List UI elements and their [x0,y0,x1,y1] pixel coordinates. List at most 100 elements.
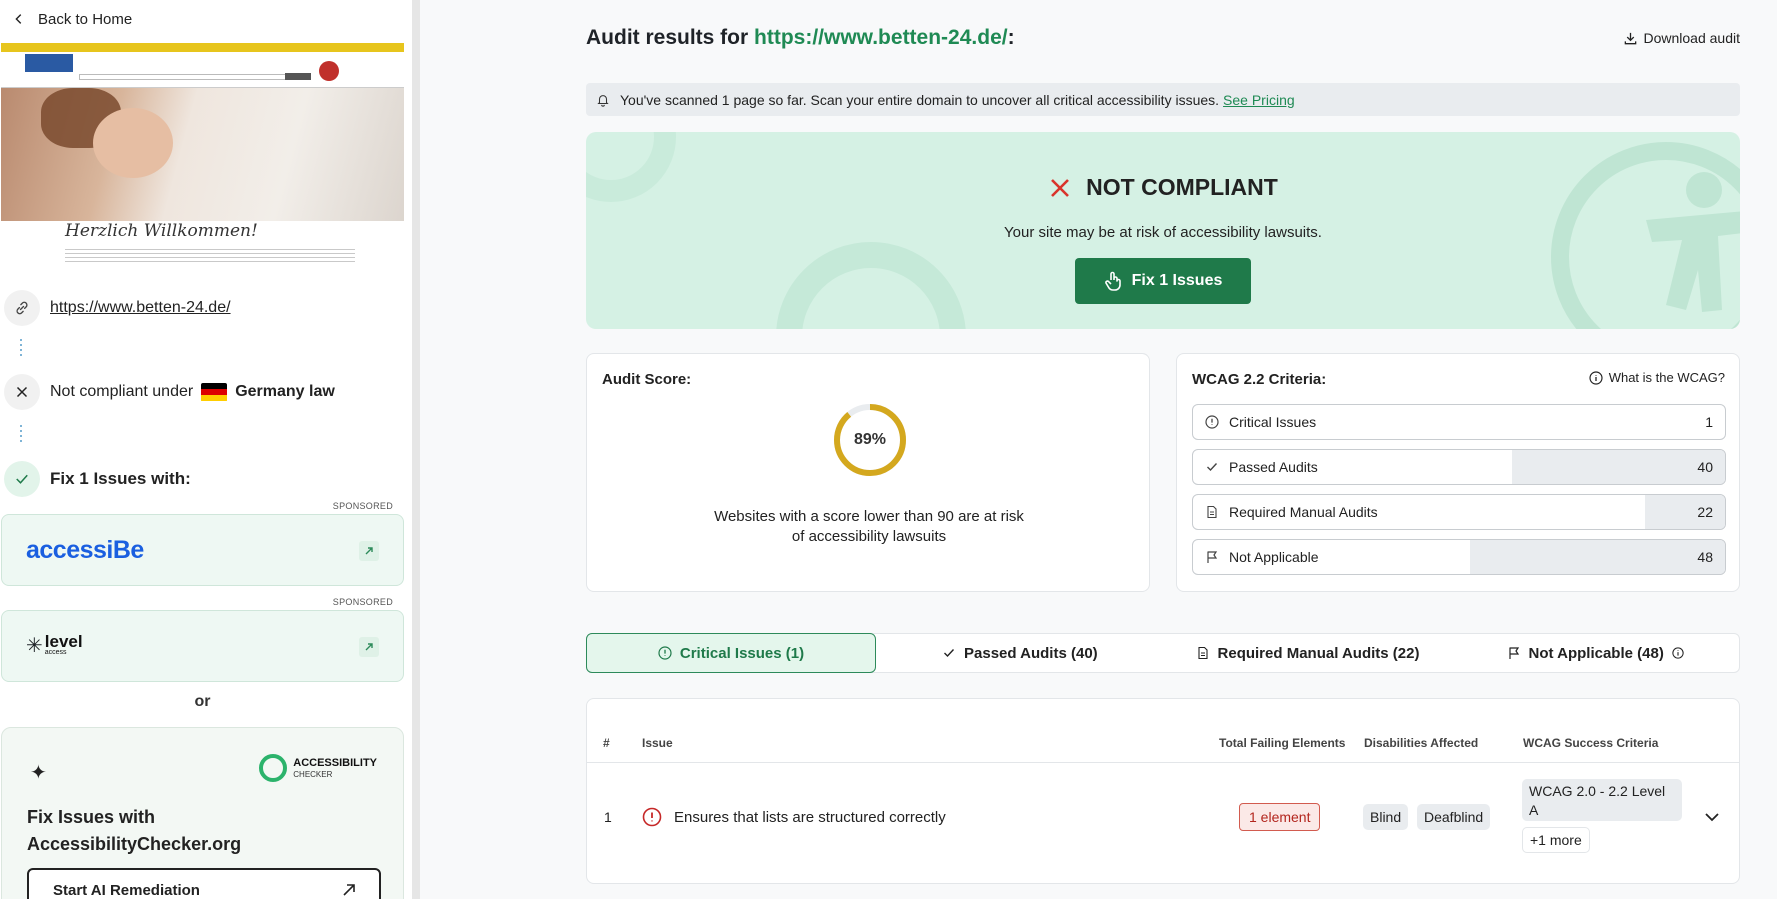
download-audit-button[interactable]: Download audit [1623,30,1740,46]
site-preview-thumbnail: Herzlich Willkommen! [1,43,404,265]
sparkle-icon: ✦ [30,762,47,784]
col-header-num: # [603,736,610,750]
criteria-count: 48 [1697,549,1713,565]
fix-step: Fix 1 Issues with: [4,461,191,497]
notice-text: You've scanned 1 page so far. Scan your … [620,91,1220,108]
tab-critical-issues[interactable]: Critical Issues (1) [586,633,876,673]
step-connector [20,339,22,357]
compliance-step: Not compliant under Germany law [4,374,335,410]
criteria-share-fill [1469,540,1725,574]
criteria-label: Required Manual Audits [1229,504,1378,520]
issue-description: Ensures that lists are structured correc… [674,808,946,826]
criteria-count: 1 [1705,414,1713,430]
alert-circle-icon [642,807,662,827]
see-pricing-link[interactable]: See Pricing [1223,92,1295,108]
compliance-text: Not compliant under [50,383,194,400]
external-link-icon [359,541,379,561]
results-tabs: Critical Issues (1) Passed Audits (40) R… [586,633,1740,673]
accessibe-sponsor-card[interactable]: accessiBe [1,514,404,586]
more-criteria-chip[interactable]: +1 more [1522,827,1590,853]
audit-score-card: Audit Score: 89% Websites with a score l… [586,353,1150,592]
preview-welcome-text: Herzlich Willkommen! [65,221,258,241]
audited-url: https://www.betten-24.de/ [754,26,1008,49]
fix-issues-button[interactable]: Fix 1 Issues [1075,258,1251,304]
accessibilitychecker-logo: ACCESSIBILITY CHECKER [259,754,377,782]
check-icon [4,461,40,497]
chevron-down-icon[interactable] [1703,808,1721,826]
not-compliant-heading: NOT COMPLIANT [586,174,1740,201]
issue-cell: Ensures that lists are structured correc… [642,807,946,827]
link-icon [4,290,40,326]
accessibilitychecker-card: ✦ ACCESSIBILITY CHECKER Fix Issues with … [1,727,404,899]
issues-table: # Issue Total Failing Elements Disabilit… [586,698,1740,884]
risk-subtitle: Your site may be at risk of accessibilit… [1004,224,1322,241]
criteria-share-fill [1512,450,1725,484]
x-icon [1051,178,1070,197]
accessibe-logo: accessiBe [26,536,144,564]
or-separator: or [194,693,211,710]
criteria-row-manual[interactable]: Required Manual Audits 22 [1192,494,1726,530]
preview-logo [25,54,73,72]
criteria-count: 40 [1697,459,1713,475]
levelaccess-sponsor-card[interactable]: ✳ level access [1,610,404,682]
sponsored-label: SPONSORED [332,597,393,607]
site-url-link[interactable]: https://www.betten-24.de/ [50,299,231,317]
page-title: Audit results for https://www.betten-24.… [586,26,1015,49]
criteria-row-critical[interactable]: Critical Issues 1 [1192,404,1726,440]
preview-hero-image [1,88,404,221]
compliance-banner: NOT COMPLIANT Your site may be at risk o… [586,132,1740,329]
score-value: 89% [853,431,887,448]
criteria-row-passed[interactable]: Passed Audits 40 [1192,449,1726,485]
info-icon [1589,370,1603,385]
what-is-wcag-link[interactable]: What is the WCAG? [1589,370,1725,385]
levelaccess-logo: ✳ level access [26,632,83,657]
check-icon [1207,463,1218,472]
audit-score-heading: Audit Score: [602,371,692,388]
row-number: 1 [604,809,612,825]
disability-chip: Deafblind [1417,804,1491,830]
back-label: Back to Home [38,10,133,28]
criteria-label: Passed Audits [1229,459,1318,475]
check-icon [944,649,955,658]
disability-chip: Blind [1363,804,1409,830]
fix-heading: Fix 1 Issues with: [50,469,191,488]
germany-flag-icon [201,382,228,402]
bell-icon [597,94,609,107]
wcag-criteria-chip: WCAG 2.0 - 2.2 Level A [1522,779,1682,821]
document-icon [1207,505,1217,519]
alert-circle-icon [1205,415,1219,429]
tab-required-manual-audits[interactable]: Required Manual Audits (22) [1164,634,1452,672]
flag-icon [1508,647,1519,659]
criteria-label: Not Applicable [1229,549,1319,565]
failing-elements-badge: 1 element [1239,803,1321,831]
arrow-up-right-icon [343,884,355,896]
site-url-step: https://www.betten-24.de/ [4,290,231,326]
start-ai-remediation-button[interactable]: Start AI Remediation [27,868,381,899]
criteria-count: 22 [1697,504,1713,520]
col-header-criteria: WCAG Success Criteria [1523,736,1659,750]
tab-passed-audits[interactable]: Passed Audits (40) [876,634,1164,672]
wcag-heading: WCAG 2.2 Criteria: [1192,371,1327,388]
back-to-home-link[interactable]: Back to Home [12,5,132,33]
external-link-icon [359,637,379,657]
country-law: Germany law [235,383,335,400]
download-icon [1625,32,1637,44]
wcag-criteria-card: WCAG 2.2 Criteria: What is the WCAG? Cri… [1176,353,1740,592]
document-icon [1197,646,1208,660]
sidebar: Back to Home Herzlich Willkommen! https:… [0,0,420,899]
close-icon [4,374,40,410]
flag-icon [1207,551,1218,563]
criteria-share-fill [1645,495,1725,529]
criteria-label: Critical Issues [1229,414,1317,430]
criteria-row-not-applicable[interactable]: Not Applicable 48 [1192,539,1726,575]
info-icon [1672,647,1684,659]
chevron-left-icon [15,14,22,24]
col-header-failing: Total Failing Elements [1219,736,1346,750]
sponsored-label: SPONSORED [332,501,393,511]
col-header-disabilities: Disabilities Affected [1364,736,1479,750]
step-connector [20,425,22,443]
tab-not-applicable[interactable]: Not Applicable (48) [1451,634,1739,672]
alert-circle-icon [658,646,672,660]
score-note: Websites with a score lower than 90 are … [714,508,1024,545]
scan-notice: You've scanned 1 page so far. Scan your … [586,83,1740,116]
